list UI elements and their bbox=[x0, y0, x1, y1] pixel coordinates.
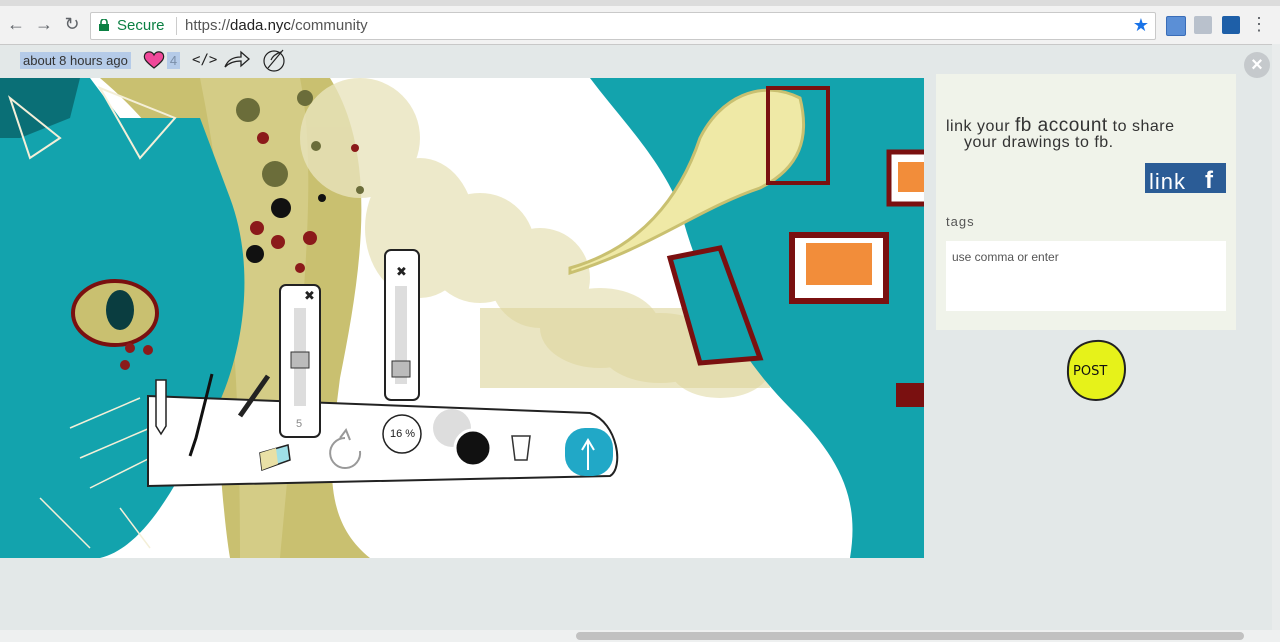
tags-input[interactable]: use comma or enter bbox=[946, 241, 1226, 311]
remix-leaf-icon[interactable] bbox=[261, 46, 289, 74]
tags-label: tags bbox=[946, 214, 975, 229]
undo-icon[interactable] bbox=[330, 428, 366, 464]
brush-size-value: 5 bbox=[296, 418, 303, 430]
secure-label: Secure bbox=[117, 17, 165, 34]
lock-icon bbox=[99, 19, 109, 31]
pen-tool-icon[interactable] bbox=[236, 372, 272, 420]
post-label: POST bbox=[1073, 364, 1107, 379]
tags-placeholder: use comma or enter bbox=[952, 250, 1059, 264]
horizontal-scrollbar[interactable] bbox=[0, 630, 1280, 642]
pencil-tool-icon[interactable] bbox=[150, 374, 172, 434]
fb-text-3: to share bbox=[1112, 118, 1175, 135]
opacity-value: 16 % bbox=[390, 428, 416, 440]
url-host: dada.nyc bbox=[230, 17, 291, 34]
post-meta: about 8 hours ago 4 </> bbox=[20, 49, 289, 72]
share-panel: link your fb account to share your drawi… bbox=[936, 74, 1236, 330]
artwork bbox=[0, 78, 924, 558]
fb-text-1: link your bbox=[946, 118, 1011, 135]
post-button[interactable]: POST bbox=[1065, 338, 1127, 402]
url-path: /community bbox=[290, 17, 368, 34]
upload-arrow-button[interactable] bbox=[565, 428, 613, 476]
facebook-icon: f bbox=[1205, 167, 1213, 193]
link-button-label: link bbox=[1149, 169, 1187, 193]
fb-text-4: your drawings to fb. bbox=[964, 134, 1114, 151]
embed-code-icon[interactable]: </> bbox=[192, 52, 217, 68]
share-arrow-icon[interactable] bbox=[223, 50, 251, 70]
reload-icon[interactable]: ↻ bbox=[62, 14, 82, 34]
url-text: https://dada.nyc/community bbox=[185, 17, 368, 34]
address-bar[interactable]: Secure https://dada.nyc/community ★ bbox=[90, 12, 1156, 40]
vertical-scrollbar[interactable] bbox=[1272, 44, 1280, 630]
search-extension-icon[interactable] bbox=[1194, 16, 1212, 34]
extension-icon[interactable] bbox=[1166, 16, 1186, 36]
heart-icon[interactable] bbox=[143, 51, 165, 69]
slider-close-icon[interactable]: ✖ bbox=[304, 288, 315, 304]
opacity-close-icon[interactable]: ✖ bbox=[396, 264, 407, 280]
zoom-extension-icon[interactable] bbox=[1222, 16, 1240, 34]
close-icon[interactable]: × bbox=[1244, 52, 1270, 78]
more-menu-icon[interactable]: ⋮ bbox=[1250, 14, 1268, 35]
timestamp: about 8 hours ago bbox=[20, 51, 131, 69]
omnibox-divider bbox=[176, 17, 177, 35]
fb-text-2: fb account bbox=[1015, 115, 1108, 136]
trash-icon[interactable] bbox=[508, 432, 534, 464]
horizontal-scroll-thumb[interactable] bbox=[576, 632, 1244, 640]
url-scheme: https:// bbox=[185, 17, 231, 34]
browser-toolbar: ← → ↻ Secure https://dada.nyc/community … bbox=[0, 6, 1280, 45]
fb-link-prompt: link your fb account to share your drawi… bbox=[946, 115, 1175, 151]
forward-arrow-icon[interactable]: → bbox=[34, 14, 54, 34]
link-facebook-button[interactable]: link f bbox=[1145, 163, 1226, 193]
bookmark-star-icon[interactable]: ★ bbox=[1133, 15, 1149, 36]
like-count: 4 bbox=[166, 51, 181, 69]
brush-tool-icon[interactable] bbox=[186, 372, 214, 458]
eraser-tool-icon[interactable] bbox=[256, 442, 294, 474]
back-arrow-icon[interactable]: ← bbox=[6, 14, 26, 34]
color-swatch-black[interactable] bbox=[455, 430, 491, 466]
drawing-canvas[interactable]: ✖ 5 ✖ 16 % bbox=[0, 78, 924, 558]
